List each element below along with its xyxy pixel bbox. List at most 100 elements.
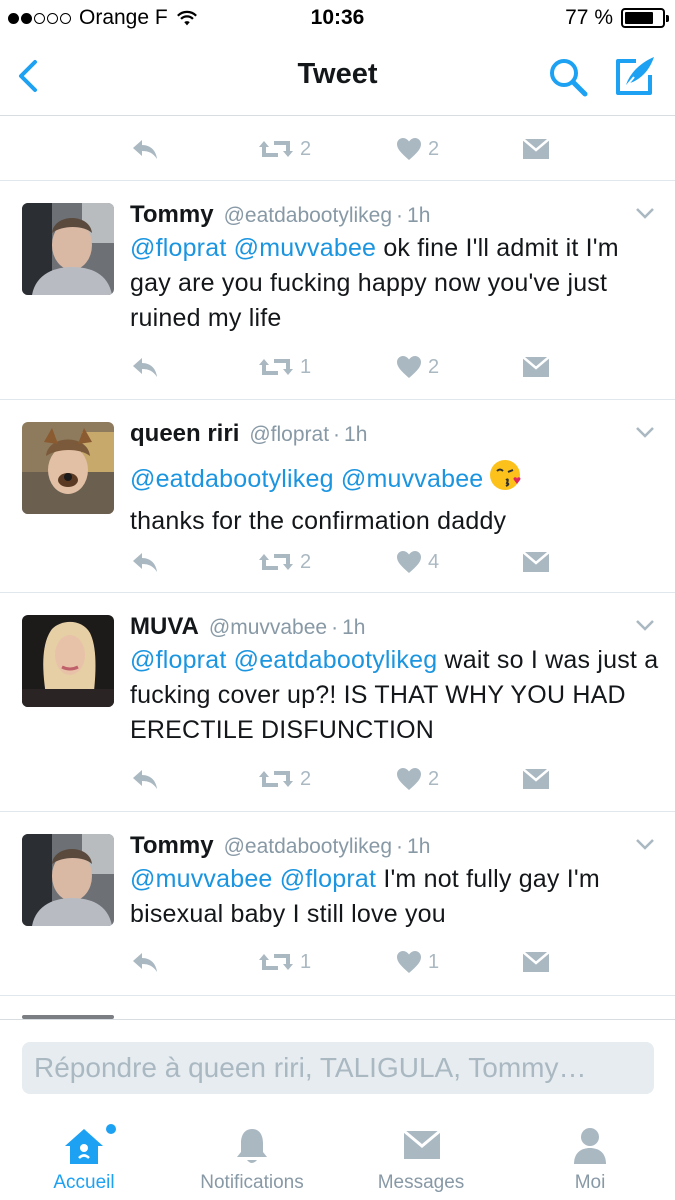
retweet-button[interactable]: 1 (258, 942, 311, 982)
chevron-down-icon[interactable] (634, 617, 656, 633)
tweet[interactable]: Tommy @eatdabootylikeg · 1h @floprat @mu… (0, 181, 675, 400)
envelope-icon (403, 1130, 441, 1159)
retweet-count: 2 (300, 767, 312, 790)
author-handle[interactable]: @eatdabootylikeg (224, 204, 392, 228)
avatar[interactable] (22, 203, 114, 295)
like-button[interactable]: 4 (396, 542, 439, 582)
envelope-icon (522, 138, 550, 159)
separator-dot: · (396, 204, 404, 227)
tab-home[interactable]: Accueil (0, 1114, 168, 1200)
avatar[interactable] (22, 422, 114, 514)
heart-icon (397, 551, 421, 573)
tweet-header: MUVA @muvvabee · 1h (130, 613, 365, 641)
author-handle[interactable]: @eatdabootylikeg (224, 835, 392, 859)
author-name[interactable]: Tommy (130, 201, 214, 229)
tweet-text: @floprat @muvvabee ok fine I'll admit it… (130, 231, 660, 336)
reply-input[interactable] (22, 1042, 654, 1094)
author-name[interactable]: MUVA (130, 613, 199, 641)
reply-button[interactable] (130, 942, 160, 982)
author-handle[interactable]: @floprat (249, 423, 329, 447)
like-button[interactable]: 2 (396, 347, 439, 387)
chevron-down-icon[interactable] (634, 836, 656, 852)
reply-icon (133, 770, 157, 789)
battery-percent: 77 % (565, 6, 613, 29)
chevron-down-icon[interactable] (634, 424, 656, 440)
mention-link[interactable]: @muvvabee (341, 465, 484, 493)
avatar[interactable] (22, 615, 114, 707)
tweet[interactable]: MUVA @muvvabee · 1h @floprat @eatdabooty… (0, 593, 675, 812)
heart-icon (397, 356, 421, 378)
tweet-actions: 2 2 (0, 129, 675, 169)
compose-tweet-icon[interactable] (612, 53, 658, 99)
tweet-header: Tommy @eatdabootylikeg · 1h (130, 832, 430, 860)
reply-icon (133, 953, 157, 972)
tab-me[interactable]: Moi (506, 1114, 674, 1200)
direct-message-button[interactable] (522, 542, 550, 582)
mention-link[interactable]: @muvvabee (130, 865, 273, 893)
direct-message-button[interactable] (522, 942, 550, 982)
tab-label: Accueil (53, 1172, 115, 1193)
search-icon[interactable] (546, 55, 590, 99)
avatar[interactable] (22, 834, 114, 926)
retweet-count: 1 (300, 950, 312, 973)
like-button[interactable]: 2 (396, 129, 439, 169)
like-button[interactable]: 2 (396, 759, 439, 799)
envelope-icon (522, 951, 550, 972)
reply-icon (133, 358, 157, 377)
mention-link[interactable]: @muvvabee (234, 234, 377, 262)
retweet-button[interactable]: 2 (258, 759, 311, 799)
retweet-button[interactable]: 2 (258, 542, 311, 582)
person-icon (574, 1128, 606, 1164)
retweet-button[interactable]: 1 (258, 347, 311, 387)
like-count: 2 (428, 767, 440, 790)
tab-bar: Accueil Notifications Messages Moi (0, 1114, 675, 1200)
separator-dot: · (333, 423, 341, 446)
tweet[interactable]: queen riri @floprat · 1h @eatdabootylike… (0, 400, 675, 593)
author-handle[interactable]: @muvvabee (209, 616, 327, 640)
battery-icon (621, 8, 669, 28)
mention-link[interactable]: @eatdabootylikeg (234, 646, 438, 674)
tweet-header: Tommy @eatdabootylikeg · 1h (130, 201, 430, 229)
retweet-icon (259, 554, 293, 570)
tweet-header: queen riri @floprat · 1h (130, 420, 367, 448)
envelope-icon (522, 551, 550, 572)
tweet[interactable]: Tommy @eatdabootylikeg · 1h @muvvabee @f… (0, 812, 675, 996)
separator-dot: · (331, 616, 339, 639)
tab-notifications[interactable]: Notifications (168, 1114, 336, 1200)
envelope-icon (522, 356, 550, 377)
tweet-time: 1h (407, 835, 431, 858)
envelope-icon (522, 768, 550, 789)
author-name[interactable]: Tommy (130, 832, 214, 860)
tab-label: Moi (574, 1172, 606, 1193)
reply-button[interactable] (130, 542, 160, 582)
home-icon (65, 1129, 103, 1164)
heart-icon (397, 768, 421, 790)
tweet-text: @muvvabee @floprat I'm not fully gay I'm… (130, 862, 660, 932)
heart-icon (397, 951, 421, 973)
reply-button[interactable] (130, 759, 160, 799)
mention-link[interactable]: @floprat (130, 646, 226, 674)
tweet-time: 1h (344, 423, 368, 446)
direct-message-button[interactable] (522, 347, 550, 387)
partial-tweet: 2 2 (0, 117, 675, 181)
like-button[interactable]: 1 (396, 942, 439, 982)
tweet-timeline[interactable]: 2 2 Tommy @eatdabootylikeg · 1h @floprat… (0, 117, 675, 1019)
chevron-down-icon[interactable] (634, 205, 656, 221)
reply-button[interactable] (130, 347, 160, 387)
bell-icon (237, 1129, 267, 1163)
author-name[interactable]: queen riri (130, 420, 239, 448)
mention-link[interactable]: @floprat (280, 865, 376, 893)
navigation-bar: Tweet (0, 38, 675, 116)
tab-messages[interactable]: Messages (337, 1114, 505, 1200)
direct-message-button[interactable] (522, 129, 550, 169)
mention-link[interactable]: @eatdabootylikeg (130, 465, 334, 493)
direct-message-button[interactable] (522, 759, 550, 799)
tweet-actions: 2 4 (0, 542, 675, 582)
retweet-button[interactable]: 2 (258, 129, 311, 169)
face-throwing-kiss-emoji-icon (490, 460, 521, 490)
retweet-count: 2 (300, 137, 312, 160)
tweet-actions: 2 2 (0, 759, 675, 799)
mention-link[interactable]: @floprat (130, 234, 226, 262)
like-count: 2 (428, 355, 440, 378)
reply-button[interactable] (130, 129, 160, 169)
